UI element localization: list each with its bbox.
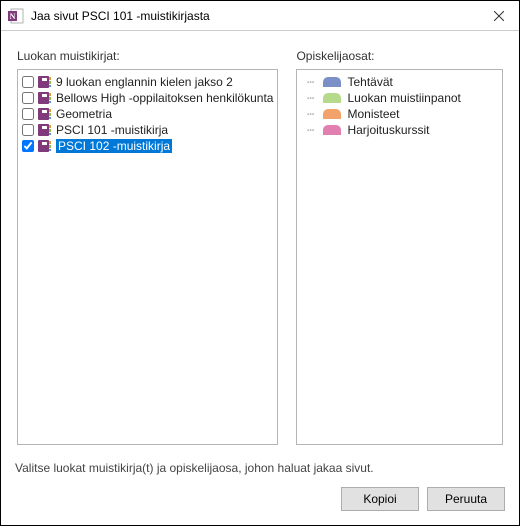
window-title: Jaa sivut PSCI 101 -muistikirjasta: [31, 9, 210, 23]
notebook-checkbox[interactable]: [22, 124, 34, 136]
section-tab-icon: [323, 77, 341, 87]
notebook-icon: [38, 76, 52, 88]
notebooks-column: Luokan muistikirjat: 9 luokan englannin …: [17, 49, 278, 445]
notebook-icon: [38, 140, 52, 152]
sections-heading: Opiskelijaosat:: [296, 49, 503, 63]
section-row[interactable]: ⋯ Tehtävät: [299, 74, 500, 90]
footer-instruction: Valitse luokat muistikirja(t) ja opiskel…: [15, 461, 505, 475]
section-label: Harjoituskurssit: [347, 123, 429, 137]
notebook-row[interactable]: PSCI 101 -muistikirja: [20, 122, 275, 138]
notebook-row[interactable]: Geometria: [20, 106, 275, 122]
notebook-icon: [38, 92, 52, 104]
notebooks-listbox[interactable]: 9 luokan englannin kielen jakso 2 Bellows…: [17, 69, 278, 445]
section-tab-icon: [323, 125, 341, 135]
notebook-icon: [38, 124, 52, 136]
notebook-checkbox[interactable]: [22, 108, 34, 120]
notebook-label: 9 luokan englannin kielen jakso 2: [56, 75, 233, 89]
dialog-content: Luokan muistikirjat: 9 luokan englannin …: [1, 31, 519, 453]
notebook-checkbox[interactable]: [22, 140, 34, 152]
notebooks-heading: Luokan muistikirjat:: [17, 49, 278, 63]
notebook-label: Bellows High -oppilaitoksen henkilökunta: [56, 91, 273, 105]
tree-connector-icon: ⋯: [303, 123, 317, 137]
titlebar: N Jaa sivut PSCI 101 -muistikirjasta: [1, 1, 519, 31]
cancel-button[interactable]: Peruuta: [427, 487, 505, 511]
notebook-row[interactable]: Bellows High -oppilaitoksen henkilökunta: [20, 90, 275, 106]
section-label: Tehtävät: [347, 75, 392, 89]
section-label: Luokan muistiinpanot: [347, 91, 460, 105]
tree-connector-icon: ⋯: [303, 91, 317, 105]
footer-buttons: Kopioi Peruuta: [15, 487, 505, 511]
notebook-row[interactable]: 9 luokan englannin kielen jakso 2: [20, 74, 275, 90]
section-tab-icon: [323, 93, 341, 103]
notebook-checkbox[interactable]: [22, 92, 34, 104]
notebook-icon: [38, 108, 52, 120]
copy-button[interactable]: Kopioi: [341, 487, 419, 511]
section-row[interactable]: ⋯ Monisteet: [299, 106, 500, 122]
sections-listbox[interactable]: ⋯ Tehtävät ⋯ Luokan muistiinpanot ⋯ Monisteet…: [296, 69, 503, 445]
notebook-label: PSCI 101 -muistikirja: [56, 123, 168, 137]
dialog-footer: Valitse luokat muistikirja(t) ja opiskel…: [1, 453, 519, 525]
svg-text:N: N: [10, 12, 16, 21]
close-button[interactable]: [479, 1, 519, 31]
tree-connector-icon: ⋯: [303, 107, 317, 121]
section-row[interactable]: ⋯ Harjoituskurssit: [299, 122, 500, 138]
notebook-row[interactable]: PSCI 102 -muistikirja: [20, 138, 275, 154]
notebook-checkbox[interactable]: [22, 76, 34, 88]
section-row[interactable]: ⋯ Luokan muistiinpanot: [299, 90, 500, 106]
notebook-label: PSCI 102 -muistikirja: [56, 139, 172, 153]
section-tab-icon: [323, 109, 341, 119]
onenote-icon: N: [7, 7, 25, 25]
notebook-label: Geometria: [56, 107, 112, 121]
section-label: Monisteet: [347, 107, 399, 121]
tree-connector-icon: ⋯: [303, 75, 317, 89]
sections-column: Opiskelijaosat: ⋯ Tehtävät ⋯ Luokan muistii…: [296, 49, 503, 445]
